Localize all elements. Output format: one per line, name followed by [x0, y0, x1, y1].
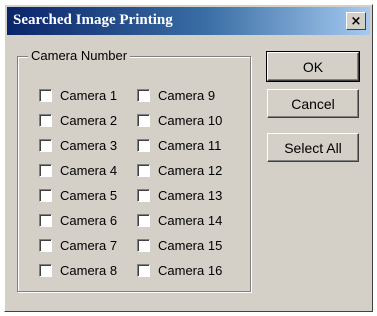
camera-checkbox[interactable]: Camera 15: [137, 236, 222, 254]
checkbox-box[interactable]: [137, 163, 150, 177]
camera-checkbox[interactable]: Camera 14: [137, 211, 222, 229]
camera-number-group: Camera Number Camera 1 Camera 2 Camera 3…: [17, 48, 251, 292]
checkbox-box[interactable]: [137, 138, 150, 152]
checkbox-box[interactable]: [39, 163, 52, 177]
camera-label: Camera 2: [60, 112, 118, 128]
checkbox-box[interactable]: [39, 88, 52, 102]
checkbox-box[interactable]: [137, 263, 150, 277]
camera-label: Camera 16: [158, 262, 223, 278]
select-all-button[interactable]: Select All: [267, 133, 359, 162]
camera-label: Camera 5: [60, 187, 118, 203]
title-bar[interactable]: Searched Image Printing ×: [7, 7, 370, 35]
camera-label: Camera 3: [60, 137, 118, 153]
camera-label: Camera 10: [158, 112, 223, 128]
checkbox-box[interactable]: [39, 188, 52, 202]
camera-checkbox[interactable]: Camera 7: [39, 236, 117, 254]
camera-checkbox[interactable]: Camera 10: [137, 111, 222, 129]
close-button[interactable]: ×: [346, 12, 366, 30]
camera-label: Camera 12: [158, 162, 223, 178]
checkbox-box[interactable]: [39, 263, 52, 277]
ok-button[interactable]: OK: [266, 51, 360, 82]
camera-label: Camera 11: [158, 137, 222, 153]
checkbox-box[interactable]: [137, 113, 150, 127]
camera-label: Camera 15: [158, 237, 223, 253]
camera-label: Camera 6: [60, 212, 118, 228]
checkbox-box[interactable]: [137, 88, 150, 102]
camera-checkbox[interactable]: Camera 4: [39, 161, 117, 179]
camera-label: Camera 1: [60, 87, 118, 103]
checkbox-box[interactable]: [39, 238, 52, 252]
camera-label: Camera 9: [158, 87, 216, 103]
cancel-button[interactable]: Cancel: [267, 89, 359, 118]
camera-label: Camera 14: [158, 212, 223, 228]
camera-checkbox[interactable]: Camera 9: [137, 86, 215, 104]
dialog-window: Searched Image Printing × Camera Number …: [4, 4, 373, 312]
group-label: Camera Number: [28, 48, 131, 63]
checkbox-box[interactable]: [137, 238, 150, 252]
camera-checkbox[interactable]: Camera 12: [137, 161, 222, 179]
camera-checkbox[interactable]: Camera 6: [39, 211, 117, 229]
camera-checkbox[interactable]: Camera 13: [137, 186, 222, 204]
checkbox-box[interactable]: [137, 213, 150, 227]
camera-checkbox[interactable]: Camera 16: [137, 261, 222, 279]
checkbox-box[interactable]: [39, 213, 52, 227]
camera-label: Camera 8: [60, 262, 118, 278]
camera-checkbox[interactable]: Camera 1: [39, 86, 117, 104]
checkbox-box[interactable]: [39, 113, 52, 127]
close-icon: ×: [350, 13, 362, 29]
camera-label: Camera 13: [158, 187, 223, 203]
camera-checkbox[interactable]: Camera 5: [39, 186, 117, 204]
camera-checkbox[interactable]: Camera 3: [39, 136, 117, 154]
camera-checkbox[interactable]: Camera 11: [137, 136, 221, 154]
window-title: Searched Image Printing: [13, 12, 173, 28]
checkbox-box[interactable]: [39, 138, 52, 152]
camera-label: Camera 4: [60, 162, 118, 178]
camera-checkbox[interactable]: Camera 8: [39, 261, 117, 279]
checkbox-box[interactable]: [137, 188, 150, 202]
camera-label: Camera 7: [60, 237, 118, 253]
camera-checkbox[interactable]: Camera 2: [39, 111, 117, 129]
